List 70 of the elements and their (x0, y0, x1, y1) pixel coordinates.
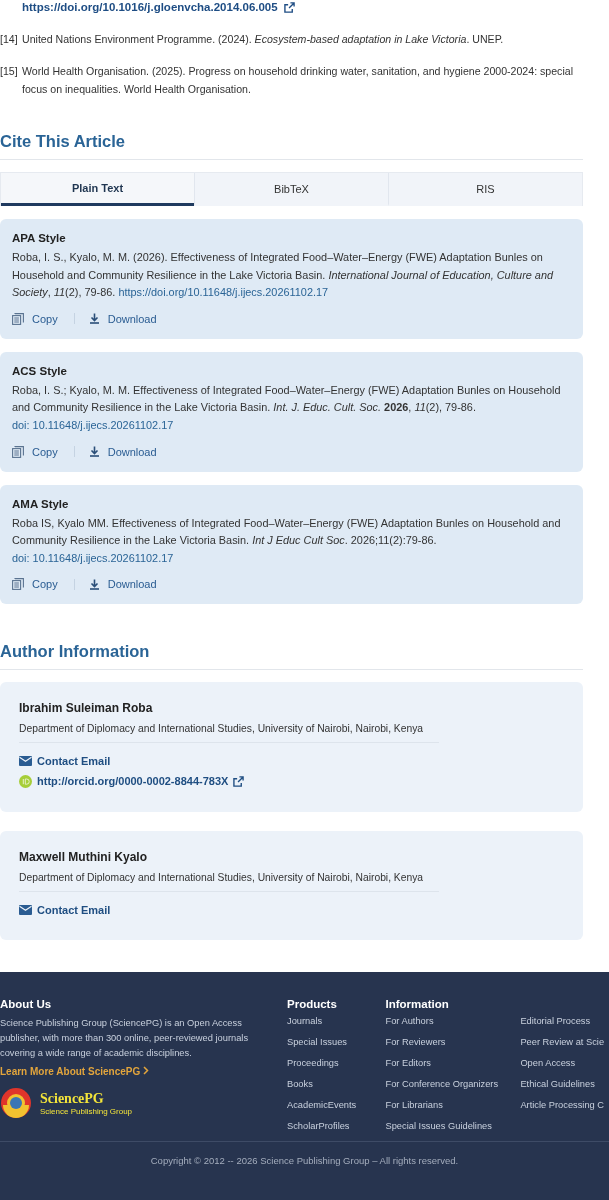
reference-text: United Nations Environment Programme. (2024). Ecosystem-based adaptation in Lake Victoria. UNEP. (22, 32, 504, 47)
footer-link[interactable]: For Reviewers (385, 1037, 521, 1059)
copy-button[interactable]: Copy (12, 578, 58, 591)
copy-icon (12, 445, 24, 458)
envelope-icon (19, 905, 32, 916)
tab[interactable]: RIS (388, 173, 582, 206)
copy-icon (12, 578, 24, 591)
author-affiliation: Department of Diplomacy and International Studies, University of Nairobi, Nairobi, Kenya (19, 872, 439, 893)
section-heading: Cite This Article (0, 132, 583, 160)
footer-link[interactable]: Books (287, 1079, 386, 1101)
footer-heading: About Us (0, 998, 53, 1011)
doi-link[interactable]: https://doi.org/10.11648/j.ijecs.20261102.17 (118, 286, 329, 299)
download-button[interactable]: Download (88, 445, 157, 458)
doi-link[interactable]: doi: 10.11648/j.ijecs.20261102.17 (12, 551, 174, 564)
doi-link[interactable]: https://doi.org/10.1016/j.gloenvcha.2014.06.005 (22, 0, 295, 16)
author-affiliation: Department of Diplomacy and International Studies, University of Nairobi, Nairobi, Kenya (19, 723, 439, 744)
footer-link[interactable]: Peer Review at Scie (520, 1037, 609, 1059)
download-icon (88, 313, 100, 325)
tab[interactable]: Plain Text (1, 173, 194, 206)
id-badge-icon (19, 775, 32, 789)
external-link-icon (233, 775, 245, 787)
reference-number: [14] (0, 32, 16, 47)
footer-link[interactable]: For Librarians (385, 1100, 521, 1122)
logo-icon (0, 1087, 32, 1120)
footer-link[interactable]: Article Processing C (520, 1100, 609, 1122)
learn-more-link[interactable]: Learn More About SciencePG (0, 1066, 149, 1078)
section-heading: Author Information (0, 642, 583, 671)
tab[interactable]: BibTeX (194, 173, 388, 206)
footer-link[interactable]: Editorial Process (520, 1016, 609, 1038)
contact-email-link[interactable]: Contact Email (37, 755, 111, 768)
footer-link[interactable]: Ethical Guidelines (520, 1079, 609, 1101)
copy-button[interactable]: Copy (12, 312, 58, 325)
download-button[interactable]: Download (88, 312, 157, 325)
external-link-icon (283, 1, 295, 13)
footer-link[interactable]: Special Issues (287, 1037, 386, 1059)
download-icon (88, 446, 100, 458)
download-icon (88, 578, 100, 590)
reference-number: [15] (0, 64, 16, 79)
footer-link[interactable]: For Editors (385, 1058, 521, 1080)
citation-style-title: AMA Style (12, 497, 70, 510)
doi-link[interactable]: doi: 10.11648/j.ijecs.20261102.17 (12, 418, 174, 431)
author-name: Maxwell Muthini Kyalo (19, 850, 148, 865)
logo-name: SciencePG (40, 1090, 105, 1107)
copyright-text: Copyright © 2012 -- 2026 Science Publishing Group – All rights reserved. (149, 1155, 460, 1167)
orcid-link[interactable]: http://orcid.org/0000-0002-8844-783X (37, 775, 245, 788)
citation-style-title: APA Style (12, 232, 67, 244)
reference-text: World Health Organisation. (2025). Progress on household drinking water, sanitation, and hygiene 2000-2024: special focus on inequalities. World Health Organisation. (22, 64, 575, 97)
copy-button[interactable]: Copy (12, 445, 58, 458)
footer-link[interactable]: ScholarProfiles (287, 1121, 386, 1143)
citation-style-title: ACS Style (12, 364, 68, 377)
about-text: Science Publishing Group (SciencePG) is an Open Access publisher, with more than 300 online, peer-reviewed journals covering a wide range of academic disciplines. (0, 1017, 250, 1061)
footer-link[interactable]: Special Issues Guidelines (385, 1121, 521, 1143)
download-button[interactable]: Download (88, 578, 157, 591)
footer-heading: Products (287, 998, 338, 1011)
envelope-icon (19, 756, 32, 767)
footer-link[interactable]: AcademicEvents (287, 1100, 386, 1122)
contact-email-link[interactable]: Contact Email (37, 904, 111, 917)
footer-link[interactable]: Proceedings (287, 1058, 386, 1080)
footer-link[interactable]: For Authors (385, 1016, 521, 1038)
citation-text: Roba, I. S.; Kyalo, M. M. Effectiveness of Integrated Food–Water–Energy (FWE) Adaptation Bunles on Household and Community Resilience in the Lake Victoria Basin. Int. J. Educ. Cult. Soc. 2026, 11(2), 79-86. doi: 10.11648/j.ijecs.20261102.17 (12, 382, 562, 433)
copy-icon (12, 312, 24, 325)
footer-link[interactable]: For Conference Organizers (385, 1079, 521, 1101)
citation-text: Roba, I. S., Kyalo, M. M. (2026). Effectiveness of Integrated Food–Water–Energy (FWE) Adaptation Bunles on Household and Community Resilience in the Lake Victoria Basin. International Journal of Education, Culture and Society, 11(2), 79-86. https://doi.org/10.11648/j.ijecs.20261102.17 (12, 250, 555, 301)
logo-tagline: Science Publishing Group (40, 1106, 133, 1116)
footer-link[interactable]: Journals (287, 1016, 386, 1038)
citation-text: Roba IS, Kyalo MM. Effectiveness of Integrated Food–Water–Energy (FWE) Adaptation Bunles on Household and Community Resilience in the Lake Victoria Basin. Int J Educ Cult Soc. 2026;11(2):79-86. doi: 10.11648/j.ijecs.20261102.17 (12, 515, 562, 566)
author-name: Ibrahim Suleiman Roba (19, 701, 154, 716)
chevron-right-icon (143, 1066, 149, 1076)
footer-link[interactable]: Open Access (520, 1058, 609, 1080)
footer-heading: Information (385, 998, 450, 1011)
